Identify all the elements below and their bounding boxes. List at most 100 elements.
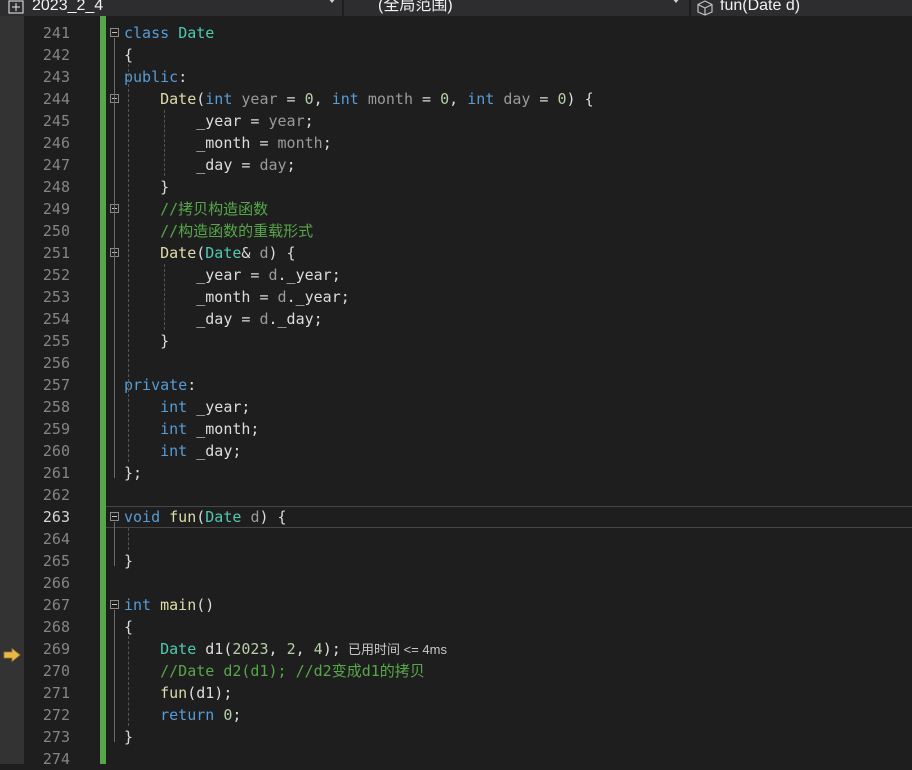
code-line[interactable]: //Date d2(d1); //d2变成d1的拷贝 (124, 660, 425, 682)
code-line[interactable]: _year = d._year; (124, 264, 341, 286)
code-token: , (268, 640, 287, 658)
code-line[interactable]: int _day; (124, 440, 241, 462)
perf-tip[interactable]: 已用时间 <= 4ms (341, 642, 447, 657)
code-line[interactable]: } (124, 726, 133, 748)
outline-bracket (114, 258, 115, 346)
line-number: 242 (42, 46, 70, 64)
line-number: 271 (42, 684, 70, 702)
code-token: , (295, 640, 314, 658)
line-number: 268 (42, 618, 70, 636)
line-number: 257 (42, 376, 70, 394)
code-token: d (277, 288, 287, 306)
code-token: _month; (187, 420, 260, 438)
code-token: & (241, 244, 260, 262)
code-line[interactable]: _year = year; (124, 110, 314, 132)
outline-bracket (114, 522, 115, 566)
scope-dropdown[interactable]: (全局范围) (346, 0, 686, 16)
code-line[interactable]: //拷贝构造函数 (124, 198, 268, 220)
code-token: { (124, 46, 134, 64)
collapse-icon[interactable] (110, 600, 119, 609)
line-number: 250 (42, 222, 70, 240)
code-editor[interactable]: 241 242 243 244 245 246 247 248 249 250 251 252 253 2… (0, 16, 912, 768)
line-number: 262 (42, 486, 70, 504)
code-token: ( (196, 90, 206, 108)
member-dropdown[interactable]: fun(Date d) (692, 0, 912, 16)
code-line[interactable]: _month = month; (124, 132, 331, 154)
code-token: ) { (268, 244, 296, 262)
code-token: d1( (196, 640, 233, 658)
code-line[interactable]: void fun(Date d) { (124, 506, 287, 528)
code-token: //Date d2(d1); //d2变成d1的拷贝 (160, 662, 425, 680)
code-token: ( (196, 244, 206, 262)
line-number: 254 (42, 310, 70, 328)
code-line[interactable]: fun(d1); (124, 682, 232, 704)
project-dropdown[interactable]: 2023_2_4 (0, 0, 340, 16)
code-token: day (503, 90, 531, 108)
code-token: : (178, 68, 188, 86)
code-token: Date (160, 640, 197, 658)
code-line[interactable]: _day = day; (124, 154, 295, 176)
code-line[interactable]: _month = d._year; (124, 286, 350, 308)
code-token: _year; (187, 398, 251, 416)
glyph-margin[interactable] (0, 16, 24, 764)
code-line[interactable]: } (124, 330, 169, 352)
code-line[interactable]: { (124, 44, 133, 66)
code-token: ._day; (268, 310, 323, 328)
code-area[interactable]: class Date { public: Date(int year = 0, in… (106, 16, 912, 764)
code-token: } (124, 178, 170, 196)
code-line[interactable]: public: (124, 66, 187, 88)
code-line[interactable]: return 0; (124, 704, 241, 726)
code-line[interactable]: Date(Date& d) { (124, 242, 296, 264)
line-number: 249 (42, 200, 70, 218)
code-token: int (160, 398, 188, 416)
line-number: 260 (42, 442, 70, 460)
indent-guide (128, 636, 129, 726)
divider (689, 0, 691, 16)
code-line[interactable]: class Date (124, 22, 214, 44)
code-token: 2 (286, 640, 296, 658)
code-line[interactable]: } (124, 176, 169, 198)
cube-icon (697, 0, 713, 16)
code-token: fun (169, 508, 197, 526)
code-line[interactable]: int main() (124, 594, 214, 616)
code-line[interactable]: } (124, 550, 133, 572)
code-line[interactable]: { (124, 616, 133, 638)
line-number: 258 (42, 398, 70, 416)
code-line[interactable]: int _month; (124, 418, 259, 440)
code-line[interactable]: Date(int year = 0, int month = 0, int da… (124, 88, 594, 110)
code-token: () (196, 596, 215, 614)
collapse-icon[interactable] (110, 512, 119, 521)
code-token: } (124, 552, 134, 570)
code-token: //构造函数的重载形式 (160, 222, 314, 240)
line-number: 264 (42, 530, 70, 548)
code-token: int (205, 90, 233, 108)
code-line[interactable]: _day = d._day; (124, 308, 323, 330)
code-token: day (259, 156, 287, 174)
code-token: _year = (124, 266, 269, 284)
code-token: int (467, 90, 495, 108)
code-line[interactable]: Date d1(2023, 2, 4); 已用时间 <= 4ms (124, 638, 447, 660)
code-line[interactable]: private: (124, 374, 196, 396)
code-token: d (259, 244, 269, 262)
code-line[interactable]: int _year; (124, 396, 250, 418)
code-token: year (241, 90, 278, 108)
code-line[interactable]: }; (124, 462, 142, 484)
code-token: ); (322, 640, 341, 658)
code-token: ; (304, 112, 314, 130)
member-name: fun(Date d) (720, 0, 801, 14)
code-token: 4 (313, 640, 323, 658)
line-number: 266 (42, 574, 70, 592)
code-token: = (277, 90, 305, 108)
line-number: 270 (42, 662, 70, 680)
line-number: 269 (42, 640, 70, 658)
code-token: }; (124, 464, 143, 482)
code-token: , (313, 90, 332, 108)
code-line[interactable]: //构造函数的重载形式 (124, 220, 313, 242)
line-number: 244 (42, 90, 70, 108)
collapse-icon[interactable] (110, 28, 119, 37)
line-number: 243 (42, 68, 70, 86)
code-token: month (277, 134, 323, 152)
